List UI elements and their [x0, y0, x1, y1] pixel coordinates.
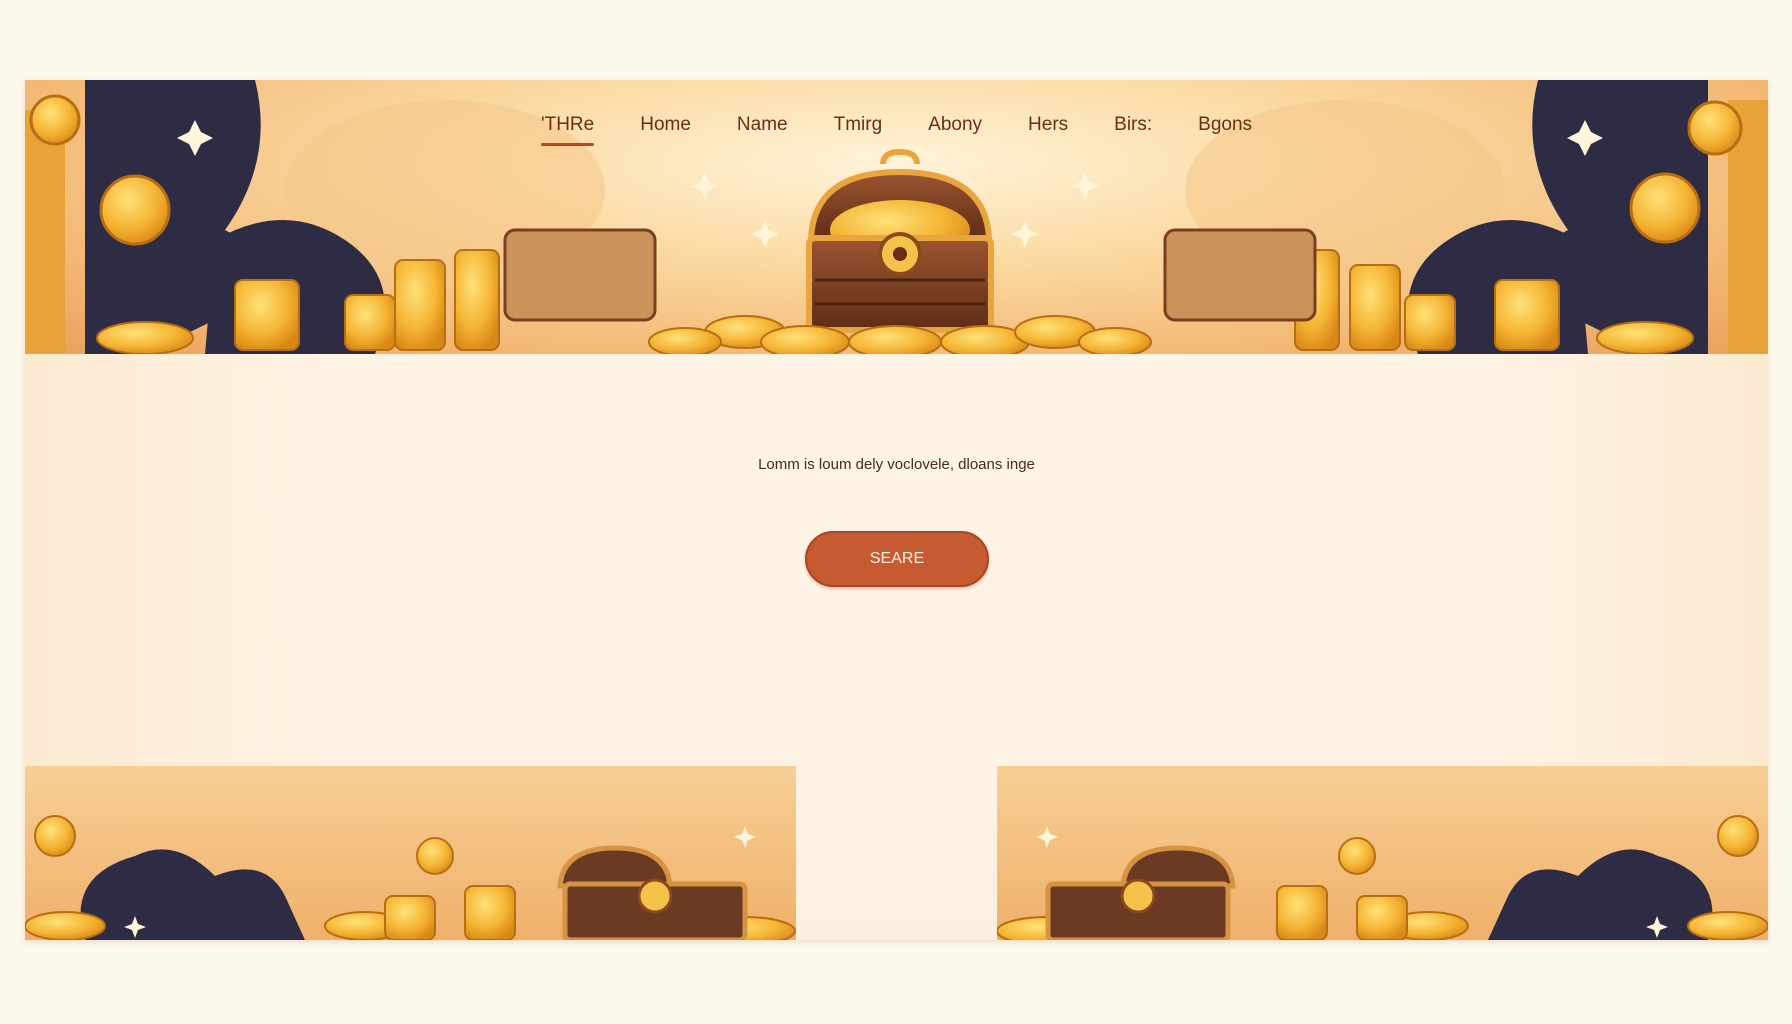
nav-item-abony[interactable]: Abony [908, 110, 1002, 140]
treasure-chest-icon [806, 148, 994, 333]
treasure-chest-icon [557, 845, 748, 940]
nav-item-thre[interactable]: 'THRe [521, 110, 614, 146]
landing-page: 'THRe Home Name Tmirg Abony Hers Birs: B… [25, 80, 1768, 940]
treasure-illustration-left [25, 815, 796, 940]
bottom-banner-left [25, 766, 796, 940]
nav-item-birs[interactable]: Birs: [1094, 110, 1172, 140]
bottom-banner-right [997, 766, 1768, 940]
search-button[interactable]: SEARE [805, 531, 989, 587]
nav-item-home[interactable]: Home [620, 110, 711, 140]
bottom-gap [796, 766, 997, 940]
foliage-left [80, 849, 305, 940]
nav-item-tmirg[interactable]: Tmirg [814, 110, 903, 140]
hero-tagline: Lomm is loum dely voclovele, dloans inge [758, 456, 1035, 473]
nav-item-name[interactable]: Name [717, 110, 808, 140]
hero-content: Lomm is loum dely voclovele, dloans inge… [25, 354, 1768, 766]
treasure-chest-icon [1045, 845, 1236, 940]
nav-item-hers[interactable]: Hers [1008, 110, 1088, 140]
foliage-right [1488, 849, 1713, 940]
nav-item-bgons[interactable]: Bgons [1178, 110, 1272, 140]
hero-banner: 'THRe Home Name Tmirg Abony Hers Birs: B… [25, 80, 1768, 354]
top-navigation: 'THRe Home Name Tmirg Abony Hers Birs: B… [25, 110, 1768, 146]
treasure-illustration-right [997, 815, 1768, 940]
